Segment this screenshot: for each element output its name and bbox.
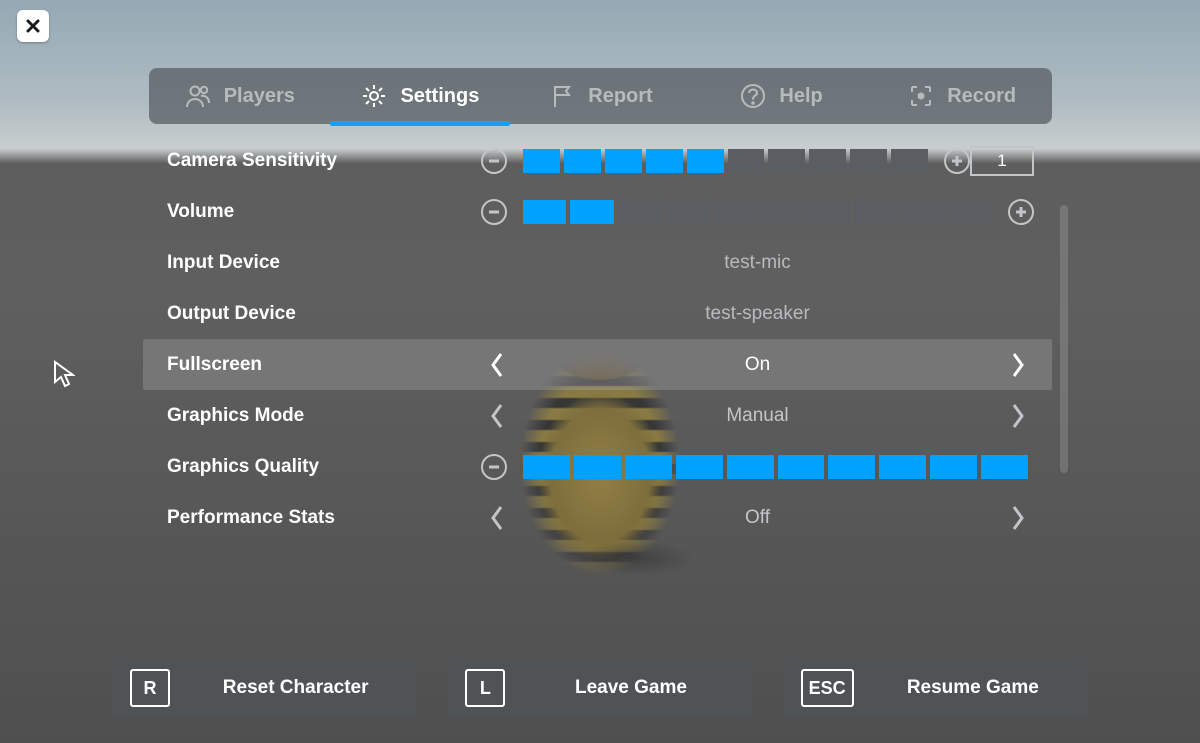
slider-blocks[interactable] (517, 200, 998, 224)
scrollbar[interactable] (1060, 205, 1068, 473)
setting-label: Output Device (167, 303, 481, 325)
button-label: Resume Game (876, 677, 1070, 699)
keycap: R (130, 669, 170, 707)
camera-sensitivity-input[interactable]: 1 (970, 146, 1034, 176)
slider-blocks[interactable] (517, 149, 934, 173)
tab-report[interactable]: Report (510, 68, 691, 124)
setting-label: Input Device (167, 252, 481, 274)
output-device-value: test-speaker (481, 303, 1034, 325)
record-icon (907, 82, 935, 110)
chevron-right-icon[interactable] (1002, 502, 1034, 534)
chevron-left-icon[interactable] (481, 400, 513, 432)
setting-graphics-quality: Graphics Quality (149, 441, 1052, 492)
setting-label: Volume (167, 201, 481, 223)
setting-graphics-mode: Graphics Mode Manual (149, 390, 1052, 441)
cursor-icon (53, 360, 75, 388)
setting-label: Performance Stats (167, 507, 481, 529)
minus-button[interactable] (481, 148, 507, 174)
tab-record[interactable]: Record (871, 68, 1052, 124)
tab-label: Help (779, 85, 822, 108)
fullscreen-value: On (513, 354, 1002, 376)
plus-button[interactable] (1008, 199, 1034, 225)
plus-button[interactable] (944, 148, 970, 174)
help-icon (739, 82, 767, 110)
tab-label: Record (947, 85, 1016, 108)
settings-panel: Camera Sensitivity 1 Volume Input Device… (149, 135, 1052, 643)
keycap: L (465, 669, 505, 707)
graphics-quality-slider[interactable] (481, 454, 1034, 480)
setting-label: Graphics Quality (167, 456, 481, 478)
chevron-left-icon[interactable] (481, 349, 513, 381)
close-icon (26, 19, 40, 33)
action-bar: R Reset Character L Leave Game ESC Resum… (112, 659, 1088, 717)
setting-label: Camera Sensitivity (167, 150, 481, 172)
setting-fullscreen: Fullscreen On (143, 339, 1052, 390)
tab-settings[interactable]: Settings (330, 68, 511, 124)
tab-bar: Players Settings Report Help Record (149, 68, 1052, 124)
flag-icon (548, 82, 576, 110)
input-device-value: test-mic (481, 252, 1034, 274)
keycap: ESC (801, 669, 854, 707)
chevron-right-icon[interactable] (1002, 400, 1034, 432)
chevron-left-icon[interactable] (481, 502, 513, 534)
camera-sensitivity-slider[interactable] (481, 148, 970, 174)
tab-label: Report (588, 85, 652, 108)
tab-help[interactable]: Help (691, 68, 872, 124)
setting-camera-sensitivity: Camera Sensitivity 1 (149, 135, 1052, 186)
button-label: Leave Game (527, 677, 734, 699)
volume-slider[interactable] (481, 199, 1034, 225)
setting-volume: Volume (149, 186, 1052, 237)
minus-button[interactable] (481, 199, 507, 225)
setting-input-device: Input Device test-mic (149, 237, 1052, 288)
close-button[interactable] (17, 10, 49, 42)
players-icon (184, 82, 212, 110)
slider-blocks[interactable] (517, 455, 1034, 479)
setting-performance-stats: Performance Stats Off (149, 492, 1052, 543)
minus-button[interactable] (481, 454, 507, 480)
performance-stats-value: Off (513, 507, 1002, 529)
tab-label: Settings (400, 85, 479, 108)
setting-label: Graphics Mode (167, 405, 481, 427)
tab-players[interactable]: Players (149, 68, 330, 124)
setting-output-device: Output Device test-speaker (149, 288, 1052, 339)
graphics-mode-value: Manual (513, 405, 1002, 427)
button-label: Reset Character (192, 677, 399, 699)
chevron-right-icon[interactable] (1002, 349, 1034, 381)
tab-label: Players (224, 85, 295, 108)
leave-game-button[interactable]: L Leave Game (447, 659, 752, 717)
resume-game-button[interactable]: ESC Resume Game (783, 659, 1088, 717)
reset-character-button[interactable]: R Reset Character (112, 659, 417, 717)
setting-label: Fullscreen (167, 354, 481, 376)
gear-icon (360, 82, 388, 110)
